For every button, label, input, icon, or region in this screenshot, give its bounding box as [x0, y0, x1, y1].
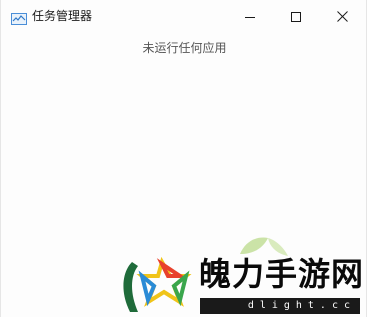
minimize-icon: [245, 7, 255, 26]
watermark: 魄力手游网 dlight.cc: [118, 232, 367, 317]
close-button[interactable]: [319, 0, 365, 32]
task-manager-icon: [11, 10, 27, 25]
maximize-button[interactable]: [273, 0, 319, 32]
no-apps-message: 未运行任何应用: [142, 41, 227, 55]
title-bar[interactable]: 任务管理器: [1, 0, 366, 32]
watermark-url: dlight.cc: [200, 298, 360, 314]
maximize-icon: [291, 7, 301, 26]
minimize-button[interactable]: [227, 0, 273, 32]
close-icon: [336, 7, 348, 26]
window-title: 任务管理器: [32, 9, 93, 23]
watermark-text: 魄力手游网: [199, 255, 365, 293]
